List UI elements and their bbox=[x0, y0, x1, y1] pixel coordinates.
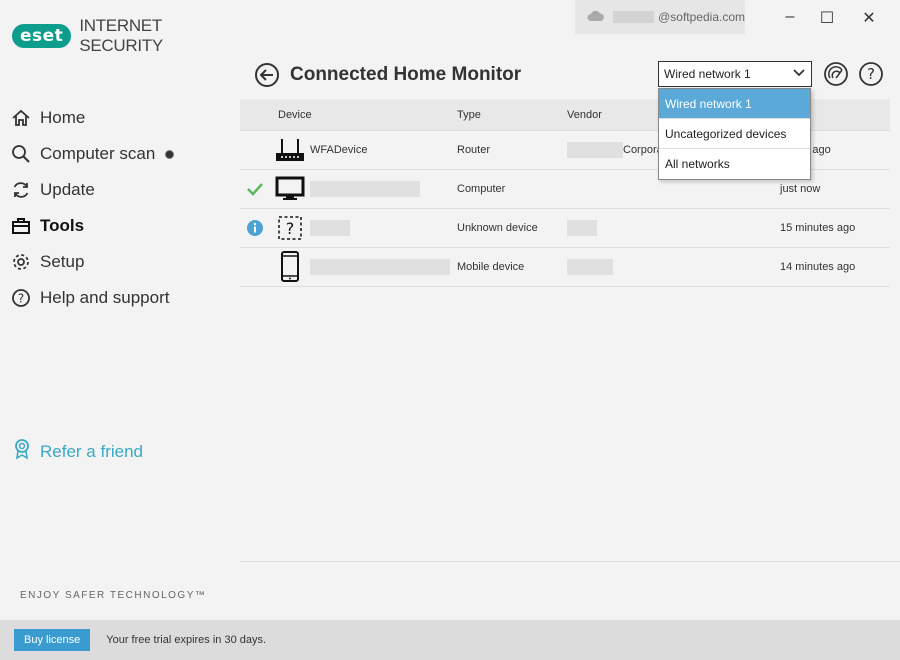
device-name bbox=[310, 181, 457, 197]
device-type: Unknown device bbox=[457, 222, 538, 234]
dropdown-option-all-networks[interactable]: All networks bbox=[659, 149, 810, 179]
device-vendor bbox=[567, 181, 780, 197]
header-type[interactable]: Type bbox=[457, 109, 567, 121]
sidebar-item-update[interactable]: Update bbox=[10, 172, 174, 208]
sidebar-item-label: Home bbox=[40, 108, 86, 127]
computer-icon bbox=[270, 176, 310, 202]
vendor-text: Corpora bbox=[623, 144, 663, 156]
sidebar: eset INTERNET SECURITY Home Computer sca… bbox=[0, 0, 240, 620]
device-name: WFADevice bbox=[310, 144, 368, 156]
dropdown-option-wired-network[interactable]: Wired network 1 bbox=[659, 89, 810, 119]
sidebar-item-computer-scan[interactable]: Computer scan bbox=[10, 136, 175, 172]
refer-a-friend-link[interactable]: Refer a friend bbox=[12, 438, 143, 465]
last-seen: just now bbox=[780, 183, 821, 195]
gear-icon bbox=[10, 251, 32, 273]
sidebar-item-label: Help and support bbox=[40, 288, 170, 307]
vendor-redacted bbox=[567, 142, 623, 158]
ribbon-icon bbox=[12, 438, 32, 465]
table-row[interactable]: ? Unknown device 15 minutes ago bbox=[240, 209, 890, 248]
sidebar-item-label: Tools bbox=[40, 216, 85, 235]
device-type: Mobile device bbox=[457, 261, 525, 273]
footer: Buy license Your free trial expires in 3… bbox=[0, 620, 900, 660]
trial-notice: Your free trial expires in 30 days. bbox=[106, 634, 267, 646]
product-name: INTERNET SECURITY bbox=[79, 16, 163, 55]
mobile-icon bbox=[270, 251, 310, 283]
page-title: Connected Home Monitor bbox=[290, 64, 522, 85]
device-vendor bbox=[567, 220, 780, 236]
refresh-icon bbox=[10, 179, 32, 201]
unknown-device-icon: ? bbox=[270, 214, 310, 242]
page-header: Connected Home Monitor bbox=[254, 62, 521, 88]
device-name-redacted bbox=[310, 259, 450, 275]
svg-text:?: ? bbox=[286, 219, 295, 238]
vendor-redacted bbox=[567, 259, 613, 275]
back-button[interactable] bbox=[254, 62, 280, 88]
search-icon bbox=[10, 143, 32, 165]
sidebar-item-home[interactable]: Home bbox=[10, 100, 174, 136]
scan-status-dot bbox=[165, 149, 175, 159]
table-row[interactable]: Mobile device 14 minutes ago bbox=[240, 248, 890, 287]
toolbox-icon bbox=[10, 215, 32, 237]
sidebar-item-help[interactable]: ? Help and support bbox=[10, 280, 174, 316]
header-device[interactable]: Device bbox=[240, 109, 457, 121]
chevron-down-icon bbox=[792, 67, 806, 81]
network-scan-button[interactable] bbox=[823, 61, 849, 87]
dropdown-option-uncategorized[interactable]: Uncategorized devices bbox=[659, 119, 810, 149]
sidebar-item-setup[interactable]: Setup bbox=[10, 244, 174, 280]
help-button[interactable]: ? bbox=[858, 61, 884, 87]
device-name bbox=[310, 259, 457, 275]
refer-label: Refer a friend bbox=[40, 441, 143, 461]
device-type: Router bbox=[457, 144, 491, 156]
device-name-redacted bbox=[310, 220, 350, 236]
device-name bbox=[310, 220, 457, 236]
last-seen: 15 minutes ago bbox=[780, 222, 856, 234]
buy-license-button[interactable]: Buy license bbox=[14, 629, 91, 651]
eset-logo: eset bbox=[12, 24, 72, 48]
last-seen: 14 minutes ago bbox=[780, 261, 856, 273]
sidebar-item-label: Setup bbox=[40, 252, 85, 271]
device-type: Computer bbox=[457, 183, 506, 195]
network-select[interactable]: Wired network 1 bbox=[658, 61, 812, 87]
svg-text:?: ? bbox=[18, 292, 24, 306]
sidebar-item-label: Update bbox=[40, 180, 95, 199]
network-dropdown: Wired network 1 Uncategorized devices Al… bbox=[658, 88, 811, 180]
tagline: ENJOY SAFER TECHNOLOGY™ bbox=[20, 590, 207, 601]
sidebar-nav: Home Computer scan Update Tools Setup ? … bbox=[10, 100, 175, 316]
help-icon: ? bbox=[10, 287, 32, 309]
device-vendor bbox=[567, 259, 780, 275]
vendor-redacted bbox=[567, 220, 597, 236]
device-name-redacted bbox=[310, 181, 420, 197]
divider bbox=[240, 561, 900, 562]
home-icon bbox=[10, 107, 32, 129]
info-icon bbox=[240, 219, 270, 237]
router-icon bbox=[270, 137, 310, 163]
svg-text:?: ? bbox=[867, 65, 875, 83]
check-icon bbox=[240, 182, 270, 196]
network-select-value: Wired network 1 bbox=[664, 67, 751, 81]
logo: eset INTERNET SECURITY bbox=[12, 16, 240, 56]
sidebar-item-label: Computer scan bbox=[40, 144, 156, 163]
sidebar-item-tools[interactable]: Tools bbox=[10, 208, 174, 244]
